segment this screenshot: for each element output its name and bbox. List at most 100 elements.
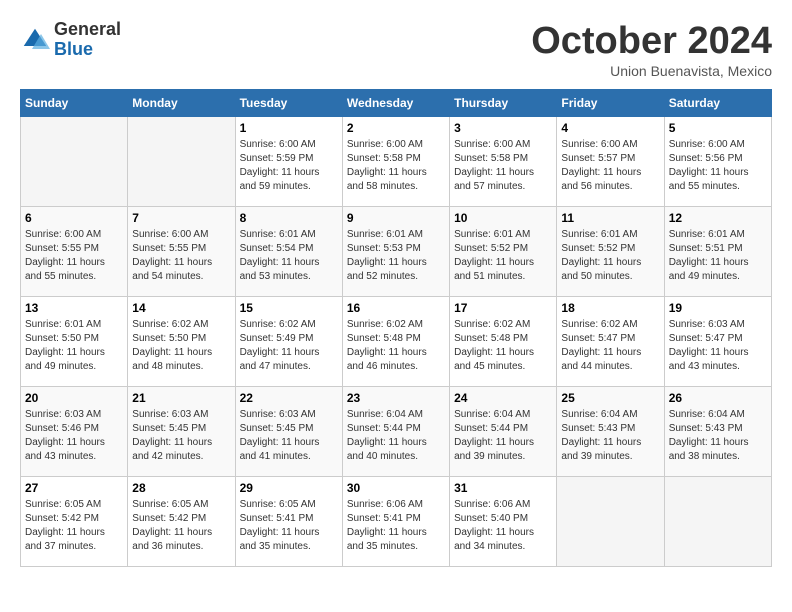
day-number: 19 bbox=[669, 301, 767, 315]
day-number: 17 bbox=[454, 301, 552, 315]
day-info: Sunrise: 6:03 AMSunset: 5:46 PMDaylight:… bbox=[25, 408, 123, 464]
day-number: 2 bbox=[347, 121, 445, 135]
calendar-cell: 8 Sunrise: 6:01 AMSunset: 5:54 PMDaylight… bbox=[235, 207, 342, 297]
day-number: 23 bbox=[347, 391, 445, 405]
day-header-wednesday: Wednesday bbox=[342, 90, 449, 117]
calendar-week-row: 13 Sunrise: 6:01 AMSunset: 5:50 PMDayligh… bbox=[21, 297, 772, 387]
day-number: 30 bbox=[347, 481, 445, 495]
day-info: Sunrise: 6:05 AMSunset: 5:42 PMDaylight:… bbox=[25, 498, 123, 554]
calendar-header-row: SundayMondayTuesdayWednesdayThursdayFrid… bbox=[21, 90, 772, 117]
day-number: 9 bbox=[347, 211, 445, 225]
day-info: Sunrise: 6:01 AMSunset: 5:50 PMDaylight:… bbox=[25, 318, 123, 374]
calendar-cell: 22 Sunrise: 6:03 AMSunset: 5:45 PMDayligh… bbox=[235, 387, 342, 477]
calendar-cell: 27 Sunrise: 6:05 AMSunset: 5:42 PMDayligh… bbox=[21, 477, 128, 567]
day-info: Sunrise: 6:03 AMSunset: 5:45 PMDaylight:… bbox=[240, 408, 338, 464]
day-number: 26 bbox=[669, 391, 767, 405]
calendar-cell: 28 Sunrise: 6:05 AMSunset: 5:42 PMDayligh… bbox=[128, 477, 235, 567]
calendar-cell bbox=[664, 477, 771, 567]
day-number: 15 bbox=[240, 301, 338, 315]
day-info: Sunrise: 6:02 AMSunset: 5:49 PMDaylight:… bbox=[240, 318, 338, 374]
calendar-cell: 26 Sunrise: 6:04 AMSunset: 5:43 PMDayligh… bbox=[664, 387, 771, 477]
day-info: Sunrise: 6:00 AMSunset: 5:58 PMDaylight:… bbox=[347, 138, 445, 194]
day-info: Sunrise: 6:02 AMSunset: 5:48 PMDaylight:… bbox=[347, 318, 445, 374]
day-number: 13 bbox=[25, 301, 123, 315]
day-number: 6 bbox=[25, 211, 123, 225]
day-info: Sunrise: 6:04 AMSunset: 5:43 PMDaylight:… bbox=[561, 408, 659, 464]
title-area: October 2024 Union Buenavista, Mexico bbox=[531, 20, 772, 79]
logo-blue: Blue bbox=[54, 40, 121, 60]
day-number: 22 bbox=[240, 391, 338, 405]
day-info: Sunrise: 6:02 AMSunset: 5:48 PMDaylight:… bbox=[454, 318, 552, 374]
day-info: Sunrise: 6:02 AMSunset: 5:50 PMDaylight:… bbox=[132, 318, 230, 374]
month-title: October 2024 bbox=[531, 20, 772, 63]
calendar-cell: 11 Sunrise: 6:01 AMSunset: 5:52 PMDayligh… bbox=[557, 207, 664, 297]
day-number: 11 bbox=[561, 211, 659, 225]
day-info: Sunrise: 6:01 AMSunset: 5:51 PMDaylight:… bbox=[669, 228, 767, 284]
day-number: 24 bbox=[454, 391, 552, 405]
day-info: Sunrise: 6:06 AMSunset: 5:40 PMDaylight:… bbox=[454, 498, 552, 554]
calendar-cell: 19Sunrise: 6:03 AMSunset: 5:47 PMDayligh… bbox=[664, 297, 771, 387]
day-number: 27 bbox=[25, 481, 123, 495]
day-number: 4 bbox=[561, 121, 659, 135]
day-number: 28 bbox=[132, 481, 230, 495]
day-number: 31 bbox=[454, 481, 552, 495]
day-info: Sunrise: 6:00 AMSunset: 5:57 PMDaylight:… bbox=[561, 138, 659, 194]
day-number: 21 bbox=[132, 391, 230, 405]
calendar-cell: 23 Sunrise: 6:04 AMSunset: 5:44 PMDayligh… bbox=[342, 387, 449, 477]
calendar-cell: 10Sunrise: 6:01 AMSunset: 5:52 PMDayligh… bbox=[450, 207, 557, 297]
day-info: Sunrise: 6:06 AMSunset: 5:41 PMDaylight:… bbox=[347, 498, 445, 554]
calendar-cell: 17 Sunrise: 6:02 AMSunset: 5:48 PMDayligh… bbox=[450, 297, 557, 387]
day-info: Sunrise: 6:01 AMSunset: 5:52 PMDaylight:… bbox=[561, 228, 659, 284]
day-number: 12 bbox=[669, 211, 767, 225]
calendar-cell: 3 Sunrise: 6:00 AMSunset: 5:58 PMDaylight… bbox=[450, 117, 557, 207]
calendar-cell: 21 Sunrise: 6:03 AMSunset: 5:45 PMDayligh… bbox=[128, 387, 235, 477]
day-header-saturday: Saturday bbox=[664, 90, 771, 117]
logo-text: General Blue bbox=[54, 20, 121, 60]
day-number: 18 bbox=[561, 301, 659, 315]
day-number: 8 bbox=[240, 211, 338, 225]
calendar-cell: 16Sunrise: 6:02 AMSunset: 5:48 PMDayligh… bbox=[342, 297, 449, 387]
calendar-week-row: 27 Sunrise: 6:05 AMSunset: 5:42 PMDayligh… bbox=[21, 477, 772, 567]
calendar-cell: 6 Sunrise: 6:00 AMSunset: 5:55 PMDaylight… bbox=[21, 207, 128, 297]
day-info: Sunrise: 6:04 AMSunset: 5:44 PMDaylight:… bbox=[347, 408, 445, 464]
day-header-sunday: Sunday bbox=[21, 90, 128, 117]
calendar-cell: 1Sunrise: 6:00 AMSunset: 5:59 PMDaylight… bbox=[235, 117, 342, 207]
day-info: Sunrise: 6:02 AMSunset: 5:47 PMDaylight:… bbox=[561, 318, 659, 374]
calendar-cell: 31 Sunrise: 6:06 AMSunset: 5:40 PMDayligh… bbox=[450, 477, 557, 567]
day-info: Sunrise: 6:00 AMSunset: 5:55 PMDaylight:… bbox=[25, 228, 123, 284]
calendar-table: SundayMondayTuesdayWednesdayThursdayFrid… bbox=[20, 89, 772, 567]
day-info: Sunrise: 6:00 AMSunset: 5:56 PMDaylight:… bbox=[669, 138, 767, 194]
day-info: Sunrise: 6:05 AMSunset: 5:41 PMDaylight:… bbox=[240, 498, 338, 554]
calendar-week-row: 20 Sunrise: 6:03 AMSunset: 5:46 PMDayligh… bbox=[21, 387, 772, 477]
day-header-thursday: Thursday bbox=[450, 90, 557, 117]
calendar-cell: 14 Sunrise: 6:02 AMSunset: 5:50 PMDayligh… bbox=[128, 297, 235, 387]
day-info: Sunrise: 6:05 AMSunset: 5:42 PMDaylight:… bbox=[132, 498, 230, 554]
calendar-cell: 24Sunrise: 6:04 AMSunset: 5:44 PMDayligh… bbox=[450, 387, 557, 477]
calendar-cell: 30 Sunrise: 6:06 AMSunset: 5:41 PMDayligh… bbox=[342, 477, 449, 567]
day-header-friday: Friday bbox=[557, 90, 664, 117]
day-number: 1 bbox=[240, 121, 338, 135]
day-info: Sunrise: 6:00 AMSunset: 5:58 PMDaylight:… bbox=[454, 138, 552, 194]
calendar-cell: 2 Sunrise: 6:00 AMSunset: 5:58 PMDaylight… bbox=[342, 117, 449, 207]
calendar-cell bbox=[21, 117, 128, 207]
calendar-cell: 12 Sunrise: 6:01 AMSunset: 5:51 PMDayligh… bbox=[664, 207, 771, 297]
calendar-cell: 15 Sunrise: 6:02 AMSunset: 5:49 PMDayligh… bbox=[235, 297, 342, 387]
day-number: 25 bbox=[561, 391, 659, 405]
day-info: Sunrise: 6:01 AMSunset: 5:52 PMDaylight:… bbox=[454, 228, 552, 284]
calendar-cell: 13 Sunrise: 6:01 AMSunset: 5:50 PMDayligh… bbox=[21, 297, 128, 387]
day-header-tuesday: Tuesday bbox=[235, 90, 342, 117]
day-info: Sunrise: 6:03 AMSunset: 5:45 PMDaylight:… bbox=[132, 408, 230, 464]
logo: General Blue bbox=[20, 20, 121, 60]
day-info: Sunrise: 6:01 AMSunset: 5:54 PMDaylight:… bbox=[240, 228, 338, 284]
day-number: 14 bbox=[132, 301, 230, 315]
calendar-cell: 7Sunrise: 6:00 AMSunset: 5:55 PMDaylight… bbox=[128, 207, 235, 297]
day-number: 3 bbox=[454, 121, 552, 135]
calendar-week-row: 1Sunrise: 6:00 AMSunset: 5:59 PMDaylight… bbox=[21, 117, 772, 207]
calendar-cell: 9Sunrise: 6:01 AMSunset: 5:53 PMDaylight… bbox=[342, 207, 449, 297]
day-info: Sunrise: 6:04 AMSunset: 5:43 PMDaylight:… bbox=[669, 408, 767, 464]
calendar-cell bbox=[557, 477, 664, 567]
calendar-cell: 18 Sunrise: 6:02 AMSunset: 5:47 PMDayligh… bbox=[557, 297, 664, 387]
logo-icon bbox=[20, 25, 50, 55]
day-number: 20 bbox=[25, 391, 123, 405]
calendar-cell: 5Sunrise: 6:00 AMSunset: 5:56 PMDaylight… bbox=[664, 117, 771, 207]
